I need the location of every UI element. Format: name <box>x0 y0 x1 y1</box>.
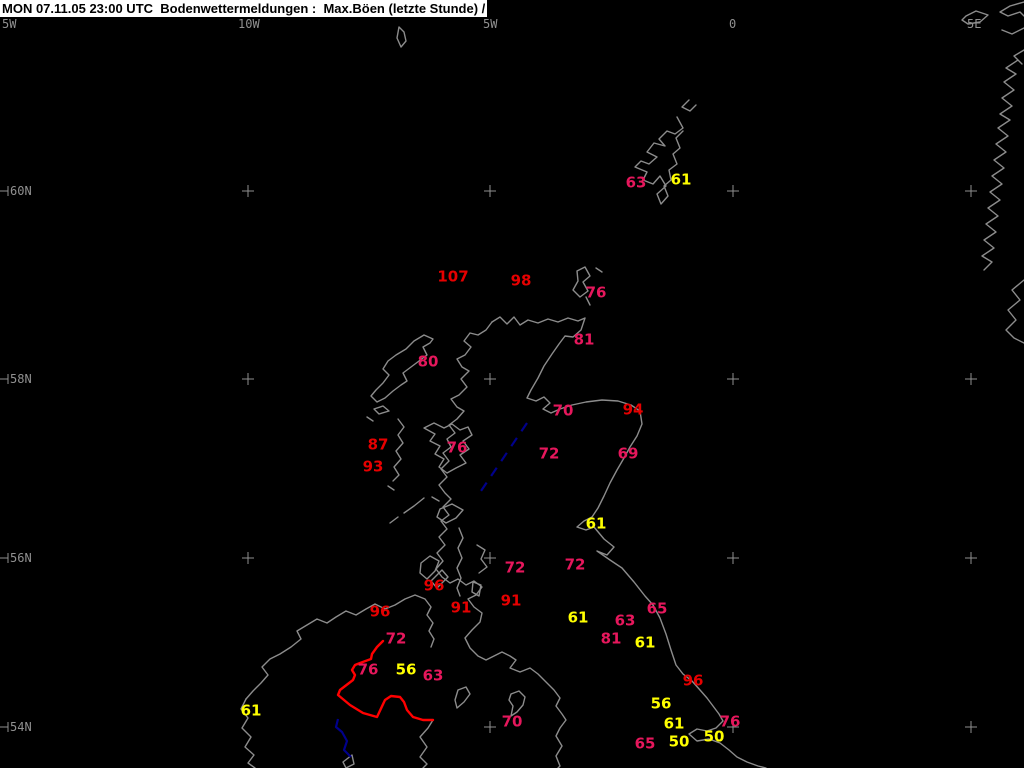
gust-value: 76 <box>446 438 468 457</box>
gust-value: 50 <box>668 732 690 751</box>
gust-value: 65 <box>634 734 656 753</box>
lon-label: 5W <box>483 17 498 31</box>
coastline-small-isles-west <box>366 405 390 422</box>
gust-value: 56 <box>650 694 672 713</box>
gust-value: 93 <box>362 457 384 476</box>
gust-value: 91 <box>450 598 472 617</box>
mouse-cursor-icon[interactable] <box>396 26 407 48</box>
coastline-kintyre-arran <box>456 527 488 597</box>
title-bar: MON 07.11.05 23:00 UTC Bodenwettermeldun… <box>0 0 487 17</box>
gust-value: 70 <box>552 401 574 420</box>
weather-map-window: 63 61 107 98 76 81 80 70 94 87 93 76 72 69 61 72 72 96 91 9… <box>0 0 1024 768</box>
gust-value: 96 <box>682 671 704 690</box>
gust-value: 94 <box>622 400 644 419</box>
gust-value: 65 <box>646 599 668 618</box>
gust-value: 56 <box>395 660 417 679</box>
gust-value: 69 <box>617 444 639 463</box>
lon-label: 5E <box>967 17 982 31</box>
lat-label: 58N <box>10 372 32 386</box>
gust-value: 72 <box>385 629 407 648</box>
gust-value: 63 <box>614 611 636 630</box>
gust-value: 72 <box>504 558 526 577</box>
grid-crosses <box>0 185 977 733</box>
gust-value: 72 <box>538 444 560 463</box>
lon-label: 5W <box>2 17 17 31</box>
gust-value: 91 <box>500 591 522 610</box>
gust-value: 80 <box>417 352 439 371</box>
gust-value: 107 <box>437 267 469 286</box>
gust-value: 61 <box>634 633 656 652</box>
gust-value: 70 <box>501 712 523 731</box>
red-front-line <box>336 639 435 722</box>
gust-value: 61 <box>663 714 685 733</box>
coastline-inner-hebrides <box>389 496 464 524</box>
gust-value: 63 <box>625 173 647 192</box>
coastline-ireland-east <box>419 719 434 768</box>
great-glen-lochs-line <box>480 422 528 492</box>
gust-value: 76 <box>585 283 607 302</box>
coastline-britain-east <box>491 316 767 768</box>
blue-front-segment <box>334 718 352 758</box>
gust-value: 76 <box>357 660 379 679</box>
lon-label: 0 <box>729 17 737 31</box>
gust-value: 61 <box>670 170 692 189</box>
gust-value: 87 <box>367 435 389 454</box>
lon-label: 10W <box>238 17 260 31</box>
gust-value: 96 <box>423 576 445 595</box>
gust-value: 61 <box>240 701 262 720</box>
coastline-uists <box>387 418 405 491</box>
gust-value: 72 <box>564 555 586 574</box>
coastline-norway <box>961 1 1024 344</box>
lat-label: 56N <box>10 551 32 565</box>
gust-value: 63 <box>422 666 444 685</box>
coastline-mourne-bit <box>342 754 355 768</box>
gust-value: 81 <box>573 330 595 349</box>
gust-value: 61 <box>567 608 589 627</box>
gust-value: 81 <box>600 629 622 648</box>
gust-value: 61 <box>585 514 607 533</box>
gust-value: 96 <box>369 602 391 621</box>
lat-label: 60N <box>10 184 32 198</box>
coastline-rhins <box>454 686 471 709</box>
map-canvas <box>0 1 1024 768</box>
coastline-shetland <box>681 99 697 112</box>
gust-value: 98 <box>510 271 532 290</box>
gust-value: 50 <box>703 727 725 746</box>
lat-label: 54N <box>10 720 32 734</box>
